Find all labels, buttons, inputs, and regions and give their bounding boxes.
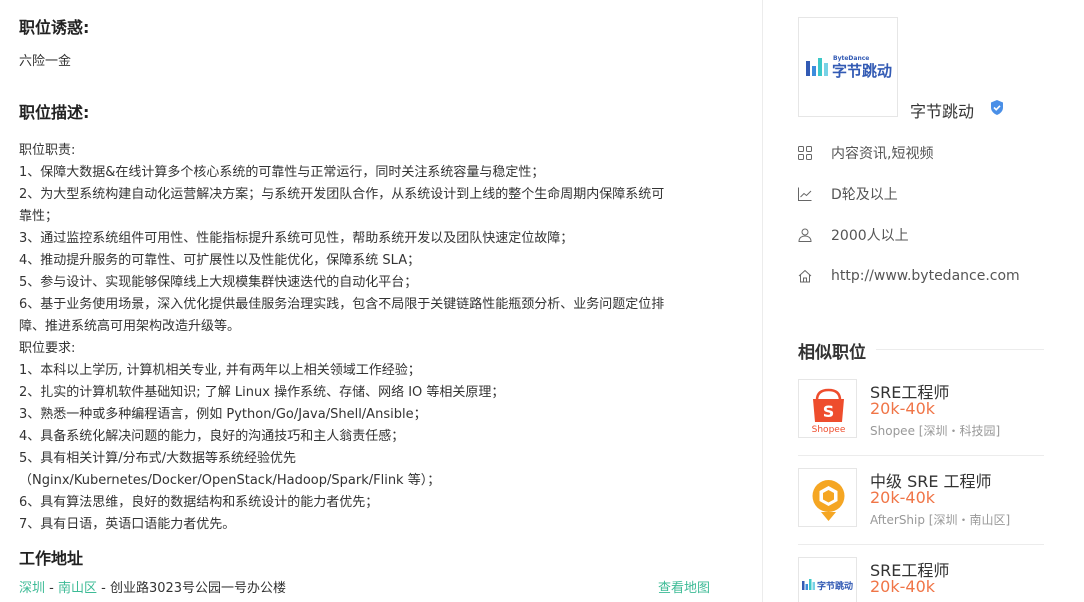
work-address: 深圳 - 南山区 - 创业路3023号公园一号办公楼	[19, 577, 286, 596]
perks-text: 六险一金	[19, 54, 72, 69]
perks-heading: 职位诱惑:	[19, 18, 90, 37]
description-heading: 职位描述:	[19, 103, 90, 122]
company-size: 2000人以上	[798, 225, 909, 245]
description-line: 7、具有日语，英语口语能力者优先。	[19, 517, 236, 532]
description-line: 3、熟悉一种或多种编程语言，例如 Python/Go/Java/Shell/An…	[19, 407, 427, 422]
description-line: 职位职责:	[19, 143, 76, 158]
svg-text:S: S	[823, 402, 835, 421]
description-line: 1、保障大数据&在线计算多个核心系统的可靠性与正常运行，同时关注系统容量与稳定性…	[19, 165, 545, 180]
shopee-logo-text: Shopee	[812, 425, 846, 435]
company-logo[interactable]: ByteDance 字节跳动	[798, 17, 898, 117]
stage-text: D轮及以上	[831, 187, 898, 203]
industry-text: 内容资讯,短视频	[831, 146, 934, 162]
job-divider	[798, 455, 1044, 456]
similar-jobs-heading: 相似职位	[798, 343, 866, 363]
bytedance-small-logo: 字节跳动	[798, 557, 857, 602]
description-line: 3、通过监控系统组件可用性、性能指标提升系统可见性，帮助系统开发以及团队快速定位…	[19, 231, 574, 246]
shield-check-icon	[991, 100, 1003, 115]
description-line: 6、基于业务使用场景，深入优化提供最佳服务治理实践，包含不局限于关键链路性能瓶颈…	[19, 297, 665, 312]
address-heading: 工作地址	[19, 549, 84, 568]
similar-job-card[interactable]: 字节跳动 SRE工程师 20k-40k	[798, 557, 1044, 602]
aftership-logo	[798, 468, 857, 527]
logo-brand-small: ByteDance	[833, 55, 869, 62]
bytedance-logo-icon: ByteDance 字节跳动	[806, 55, 892, 80]
chart-icon	[798, 187, 812, 201]
company-stage: D轮及以上	[798, 184, 898, 204]
similar-job-company: Shopee [深圳・科技园]	[870, 424, 1001, 438]
address-separator: -	[97, 581, 110, 596]
description-line: 障、推进系统高可用架构改造升级等。	[19, 319, 241, 334]
description-line: 1、本科以上学历, 计算机相关专业, 并有两年以上相关领域工作经验；	[19, 363, 421, 378]
company-website: http://www.bytedance.com	[798, 266, 1020, 286]
company-sidebar: ByteDance 字节跳动 字节跳动 内容资讯,短视频 D轮及以上 2000人…	[763, 0, 1084, 602]
shopee-logo: S Shopee	[798, 379, 857, 438]
logo-brand-text: 字节跳动	[817, 580, 853, 592]
job-description: 职位职责: 1、保障大数据&在线计算多个核心系统的可靠性与正常运行，同时关注系统…	[19, 140, 739, 536]
description-line: 职位要求:	[19, 341, 76, 356]
description-line: 靠性；	[19, 209, 59, 224]
heading-divider	[876, 349, 1044, 350]
description-line: 4、推动提升服务的可靠性、可扩展性以及性能优化，保障系统 SLA；	[19, 253, 421, 268]
description-line: 5、具有相关计算/分布式/大数据等系统经验优先	[19, 451, 297, 466]
street-address: 创业路3023号公园一号办公楼	[109, 581, 287, 596]
description-line: 5、参与设计、实现能够保障线上大规模集群快速迭代的自动化平台；	[19, 275, 418, 290]
job-detail-main: 职位诱惑: 六险一金 职位描述: 职位职责: 1、保障大数据&在线计算多个核心系…	[0, 0, 762, 602]
person-icon	[798, 228, 812, 242]
district-link[interactable]: 南山区	[58, 581, 97, 596]
description-line: 4、具备系统化解决问题的能力，良好的沟通技巧和主人翁责任感；	[19, 429, 405, 444]
logo-brand-text: 字节跳动	[832, 62, 892, 80]
similar-job-card[interactable]: S Shopee SRE工程师 20k-40k Shopee [深圳・科技园]	[798, 379, 1044, 441]
company-name[interactable]: 字节跳动	[910, 98, 974, 122]
address-separator: -	[45, 581, 58, 596]
similar-job-salary: 20k-40k	[870, 399, 936, 418]
description-line: 2、为大型系统构建自动化运营解决方案；与系统开发团队合作，从系统设计到上线的整个…	[19, 187, 665, 202]
similar-job-card[interactable]: 中级 SRE 工程师 20k-40k AfterShip [深圳・南山区]	[798, 468, 1044, 530]
similar-job-salary: 20k-40k	[870, 577, 936, 596]
website-link[interactable]: http://www.bytedance.com	[831, 268, 1020, 284]
aftership-pin-icon	[812, 480, 845, 521]
similar-job-salary: 20k-40k	[870, 488, 936, 507]
description-line: （Nginx/Kubernetes/Docker/OpenStack/Hadoo…	[19, 473, 441, 488]
home-icon	[798, 269, 812, 283]
size-text: 2000人以上	[831, 228, 909, 244]
job-divider	[798, 544, 1044, 545]
description-line: 6、具有算法思维，良好的数据结构和系统设计的能力者优先；	[19, 495, 379, 510]
shopee-bag-icon: S Shopee	[812, 388, 846, 435]
description-line: 2、扎实的计算机软件基础知识; 了解 Linux 操作系统、存储、网络 IO 等…	[19, 385, 505, 400]
bytedance-logo-icon: 字节跳动	[802, 579, 853, 592]
grid-icon	[798, 146, 812, 160]
similar-job-company: AfterShip [深圳・南山区]	[870, 513, 1011, 527]
company-industry: 内容资讯,短视频	[798, 143, 933, 163]
view-map-link[interactable]: 查看地图	[658, 577, 710, 596]
city-link[interactable]: 深圳	[19, 581, 45, 596]
